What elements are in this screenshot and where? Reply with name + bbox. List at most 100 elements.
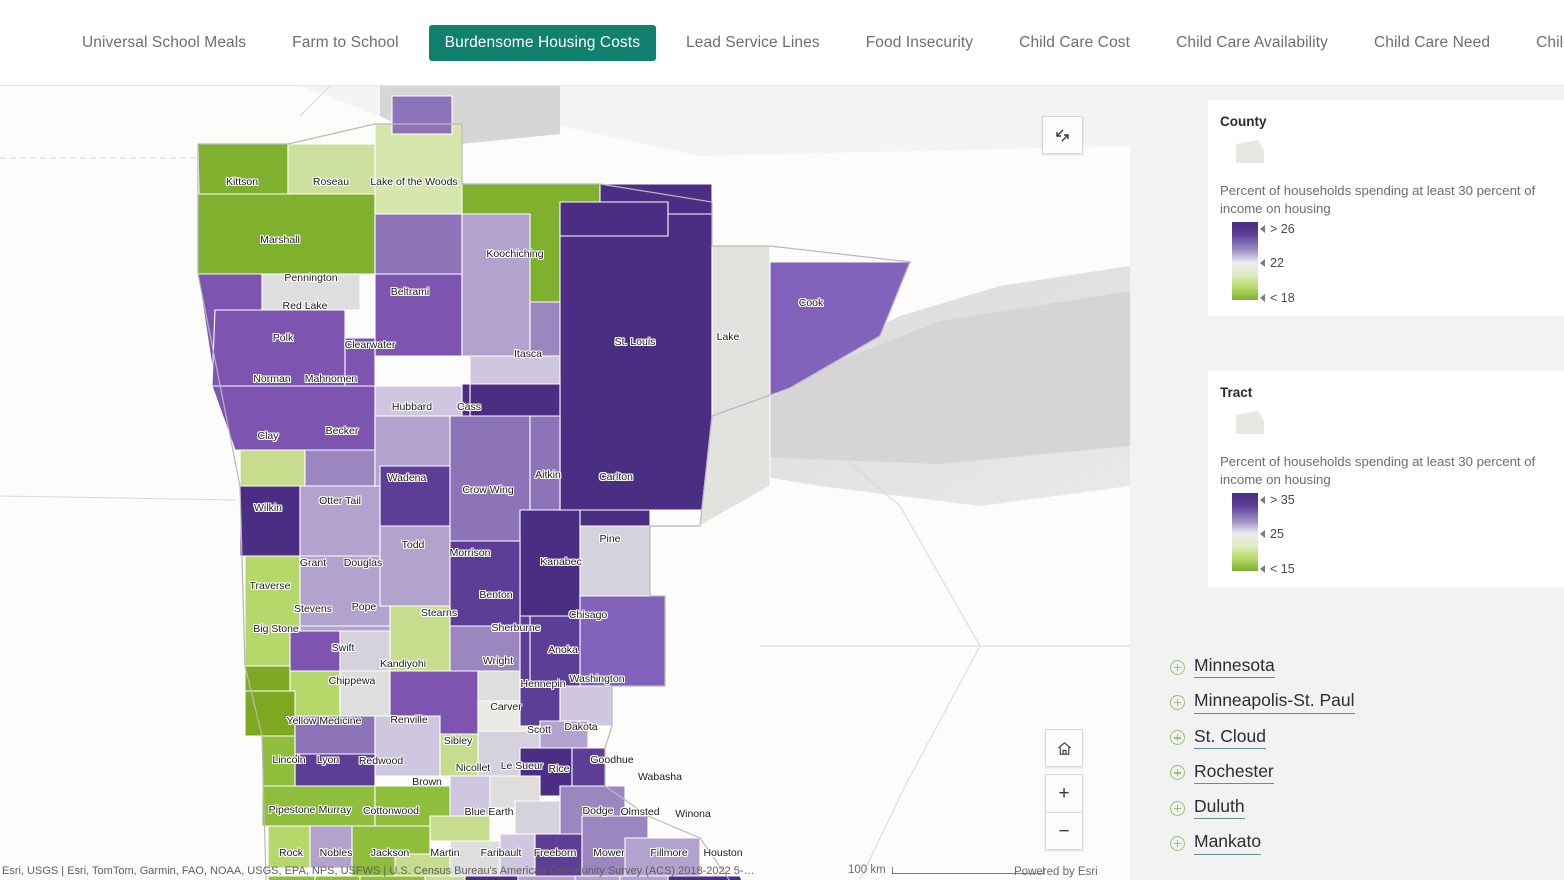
legend-ramp-county: > 26 22 < 18 — [1232, 222, 1550, 305]
bookmark-item-mankato[interactable]: Mankato — [1170, 832, 1355, 855]
county-benton — [477, 670, 521, 702]
county-st-louis-n — [559, 201, 669, 237]
county-mahnomen — [304, 449, 376, 487]
county-pope — [339, 670, 391, 717]
zoom-out-label: − — [1058, 820, 1070, 842]
legend-tick-high: > 35 — [1258, 493, 1295, 507]
plus-circle-icon — [1170, 730, 1185, 746]
legend-ticks-tract: > 35 25 < 15 — [1258, 493, 1378, 576]
county-hubbard — [379, 465, 451, 527]
tab-lead-service-lines[interactable]: Lead Service Lines — [670, 25, 836, 61]
county-morrison — [449, 625, 521, 672]
county-mille-lacs — [519, 615, 531, 687]
county-mcleod — [449, 775, 491, 817]
legend-tick-mid-label: 22 — [1270, 256, 1284, 271]
bookmark-label: Rochester — [1194, 761, 1274, 784]
color-ramp-gradient — [1232, 493, 1258, 572]
legend-ticks-county: > 26 22 < 18 — [1258, 222, 1378, 305]
county-cass — [449, 415, 531, 557]
tick-arrow-icon — [1260, 496, 1265, 505]
legend-title-county: County — [1220, 114, 1267, 129]
county-pine — [579, 595, 666, 687]
county-norman — [239, 449, 306, 487]
legend-tick-low: < 15 — [1258, 562, 1295, 576]
legend-ramp-tract: > 35 25 < 15 — [1232, 493, 1550, 576]
bookmark-item-rochester[interactable]: Rochester — [1170, 761, 1355, 784]
county-marshall — [197, 193, 376, 275]
bookmark-label: Duluth — [1194, 796, 1245, 820]
choropleth-map[interactable]: Kittson Roseau Lake of the Woods Marshall Ko… — [0, 86, 1130, 880]
county-st-louis-sw — [579, 509, 651, 527]
county-crow-wing — [449, 540, 521, 627]
county-stevens — [289, 670, 341, 717]
legend-tick-low-label: < 15 — [1270, 562, 1295, 577]
county-otter-tail — [299, 555, 391, 627]
county-lac-qui-parle — [261, 735, 296, 787]
legend-title-tract: Tract — [1220, 385, 1253, 400]
county-yellow-medicine — [261, 785, 376, 827]
expand-arrows-icon — [1056, 129, 1069, 141]
county-traverse — [244, 665, 291, 692]
county-lotw-south — [374, 213, 463, 275]
powered-by-esri: Powered by Esri — [1014, 866, 1098, 878]
legend-tick-mid: 25 — [1258, 527, 1284, 541]
county-lake-of-the-woods — [374, 123, 463, 215]
tab-child-care-availability[interactable]: Child Care Availability — [1160, 25, 1344, 61]
legend-description-tract: Percent of households spending at least … — [1220, 454, 1536, 488]
zoom-in-button[interactable]: + — [1045, 774, 1083, 812]
polygon-swatch-icon — [1234, 138, 1550, 171]
bookmark-item-duluth[interactable]: Duluth — [1170, 796, 1355, 820]
county-swift — [294, 715, 376, 755]
legend-card-tract: Tract Percent of households spending at … — [1208, 371, 1564, 588]
color-ramp-gradient — [1232, 222, 1258, 301]
tab-child-care-access[interactable]: Child Care Access — [1520, 25, 1564, 61]
county-polk — [211, 309, 346, 387]
home-button[interactable] — [1045, 729, 1083, 767]
tab-child-care-cost[interactable]: Child Care Cost — [1003, 25, 1146, 61]
legend-tick-mid: 22 — [1258, 256, 1284, 270]
bookmark-item-minneapolis-st-paul[interactable]: Minneapolis-St. Paul — [1170, 691, 1355, 714]
tick-arrow-icon — [1260, 259, 1265, 268]
plus-circle-icon — [1170, 800, 1185, 816]
tick-arrow-icon — [1260, 225, 1265, 234]
county-douglas — [339, 630, 391, 672]
legend-tick-high-label: > 35 — [1270, 493, 1295, 508]
tab-burdensome-housing-costs[interactable]: Burdensome Housing Costs — [428, 24, 657, 61]
tick-arrow-icon — [1260, 530, 1265, 539]
tab-child-care-need[interactable]: Child Care Need — [1358, 25, 1506, 61]
dashboard-tabbar: Universal School Meals Farm to School Bu… — [0, 0, 1564, 86]
legend-card-county: County Percent of households spending at… — [1208, 100, 1564, 317]
plus-circle-icon — [1170, 659, 1185, 675]
county-meeker — [439, 733, 479, 777]
county-chippewa — [294, 753, 376, 787]
county-sibley — [429, 815, 491, 842]
county-grant — [289, 630, 341, 672]
tick-arrow-icon — [1260, 565, 1265, 574]
bookmark-item-minnesota[interactable]: Minnesota — [1170, 655, 1355, 679]
bookmark-label: St. Cloud — [1194, 726, 1266, 749]
app-root: Universal School Meals Farm to School Bu… — [0, 0, 1564, 880]
scale-label: 100 km — [848, 864, 886, 876]
tab-food-insecurity[interactable]: Food Insecurity — [850, 25, 989, 61]
tab-universal-school-meals[interactable]: Universal School Meals — [66, 25, 262, 61]
right-panel: County Percent of households spending at… — [1130, 86, 1564, 880]
county-scott — [514, 800, 566, 839]
county-aitkin — [519, 509, 581, 617]
expand-collapse-button[interactable] — [1042, 116, 1083, 154]
map-canvas — [0, 86, 1130, 880]
bookmark-item-st-cloud[interactable]: St. Cloud — [1170, 726, 1355, 749]
tab-farm-to-school[interactable]: Farm to School — [276, 25, 415, 61]
county-pennington — [261, 273, 361, 311]
bookmark-label: Minneapolis-St. Paul — [1194, 691, 1355, 714]
bookmark-label: Mankato — [1194, 832, 1262, 855]
home-icon — [1057, 741, 1071, 755]
plus-circle-icon — [1170, 694, 1185, 710]
county-clay — [239, 485, 301, 557]
legend-tick-low-label: < 18 — [1270, 291, 1295, 306]
attribution-text: Esri, USGS | Esri, TomTom, Garmin, FAO, … — [2, 865, 755, 877]
county-beltrami-west — [374, 273, 463, 357]
county-carlton — [579, 525, 651, 597]
zoom-out-button[interactable]: − — [1045, 812, 1083, 850]
legend-tick-low: < 18 — [1258, 291, 1295, 305]
bookmark-label: Minnesota — [1194, 655, 1275, 679]
